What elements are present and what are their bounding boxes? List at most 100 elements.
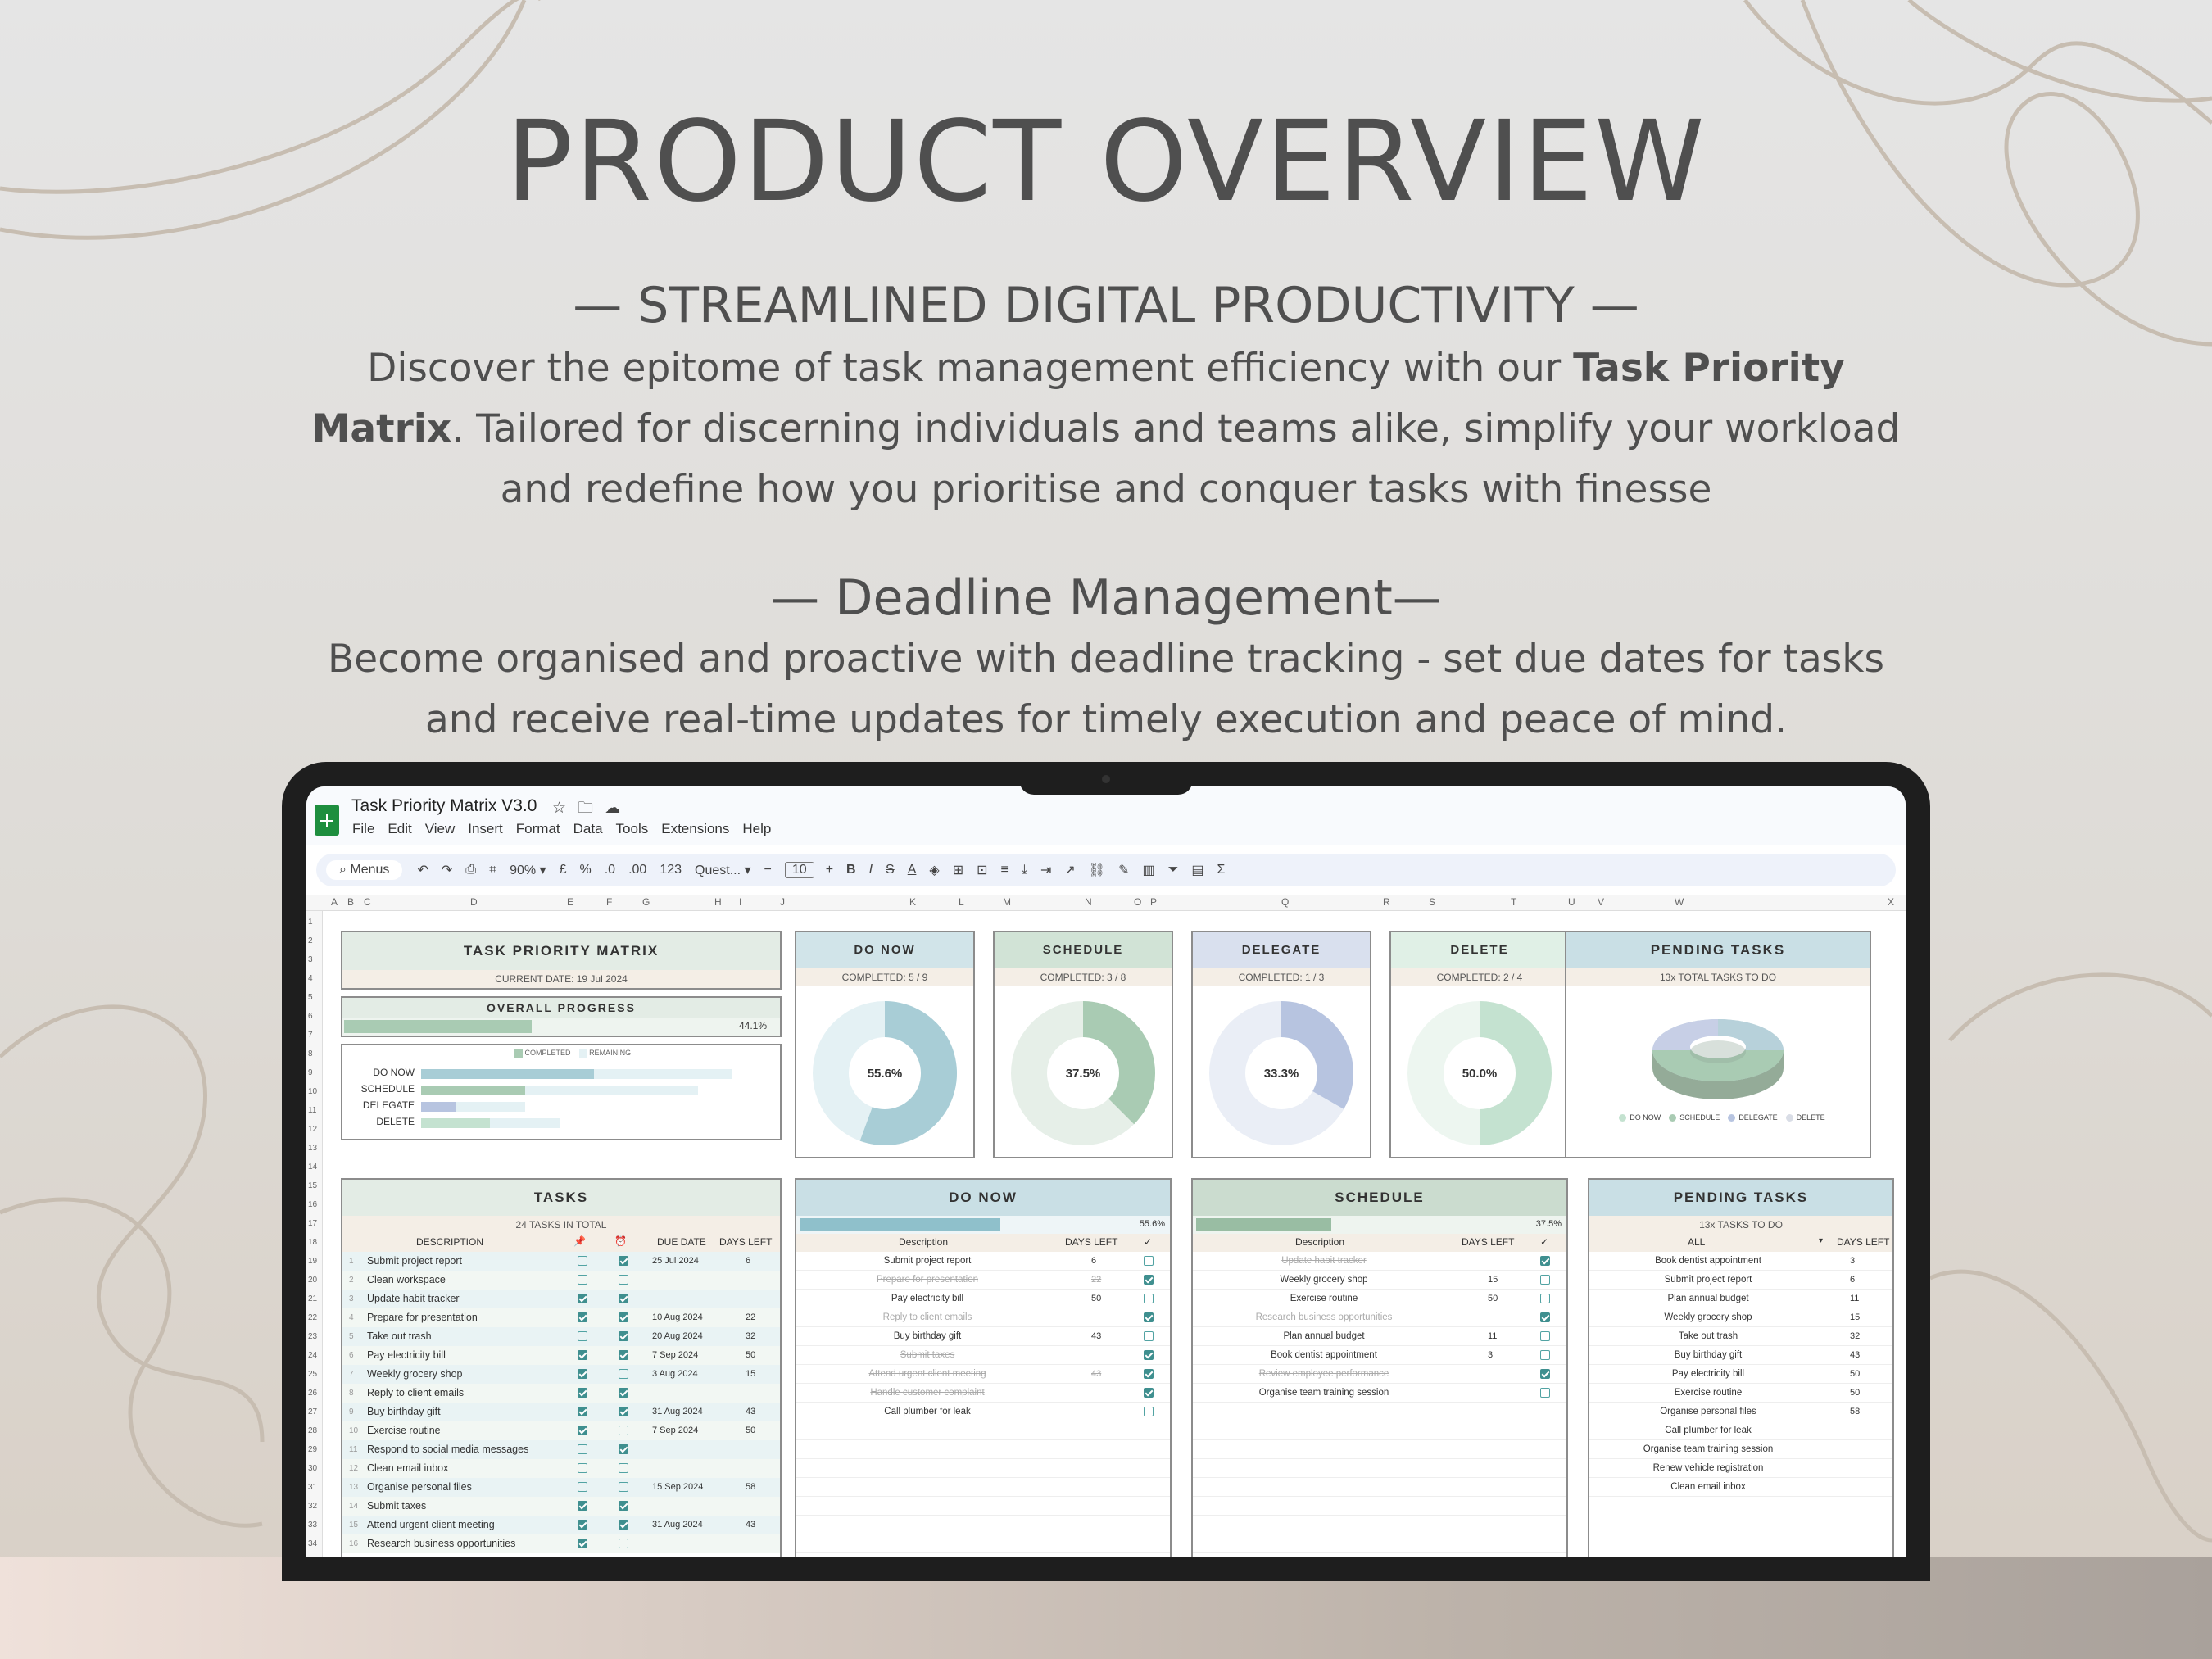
column-header-I[interactable]: I bbox=[739, 896, 741, 908]
list-item-checkbox[interactable] bbox=[1540, 1350, 1550, 1360]
list-item-checkbox[interactable] bbox=[1540, 1388, 1550, 1398]
row-header-14[interactable]: 14 bbox=[308, 1163, 317, 1172]
merge-cells-icon[interactable]: ⊡ bbox=[977, 862, 987, 878]
row-header-15[interactable]: 15 bbox=[308, 1181, 317, 1190]
row-header-10[interactable]: 10 bbox=[308, 1087, 317, 1096]
task-urgent-checkbox[interactable] bbox=[619, 1369, 628, 1379]
row-header-16[interactable]: 16 bbox=[308, 1200, 317, 1209]
column-header-N[interactable]: N bbox=[1085, 896, 1092, 908]
insert-comment-icon[interactable]: ✎ bbox=[1118, 862, 1129, 878]
row-header-6[interactable]: 6 bbox=[308, 1012, 313, 1021]
column-header-K[interactable]: K bbox=[909, 896, 916, 908]
row-header-28[interactable]: 28 bbox=[308, 1426, 317, 1435]
row-header-24[interactable]: 24 bbox=[308, 1351, 317, 1360]
column-header-S[interactable]: S bbox=[1429, 896, 1435, 908]
row-header-23[interactable]: 23 bbox=[308, 1332, 317, 1341]
row-header-22[interactable]: 22 bbox=[308, 1313, 317, 1322]
column-header-E[interactable]: E bbox=[567, 896, 573, 908]
list-item-checkbox[interactable] bbox=[1144, 1275, 1154, 1285]
column-header-G[interactable]: G bbox=[642, 896, 650, 908]
menu-item-format[interactable]: Format bbox=[516, 821, 560, 837]
task-urgent-checkbox[interactable] bbox=[619, 1275, 628, 1285]
list-item-checkbox[interactable] bbox=[1144, 1388, 1154, 1398]
task-urgent-checkbox[interactable] bbox=[619, 1482, 628, 1492]
font-size-increase-icon[interactable]: + bbox=[826, 863, 833, 877]
list-item-checkbox[interactable] bbox=[1540, 1369, 1550, 1379]
font-size-input[interactable]: 10 bbox=[784, 862, 814, 878]
list-item-checkbox[interactable] bbox=[1144, 1256, 1154, 1266]
row-header-5[interactable]: 5 bbox=[308, 993, 313, 1002]
paint-format-icon[interactable]: ⌗ bbox=[489, 863, 496, 877]
row-header-34[interactable]: 34 bbox=[308, 1539, 317, 1548]
decrease-decimal-button[interactable]: .0 bbox=[605, 863, 615, 877]
star-icon[interactable]: ☆ bbox=[552, 800, 566, 817]
task-urgent-checkbox[interactable] bbox=[619, 1256, 628, 1266]
task-urgent-checkbox[interactable] bbox=[619, 1444, 628, 1454]
task-pin-checkbox[interactable] bbox=[578, 1312, 587, 1322]
row-header-29[interactable]: 29 bbox=[308, 1445, 317, 1454]
task-pin-checkbox[interactable] bbox=[578, 1444, 587, 1454]
list-item-checkbox[interactable] bbox=[1144, 1350, 1154, 1360]
row-header-13[interactable]: 13 bbox=[308, 1144, 317, 1153]
task-urgent-checkbox[interactable] bbox=[619, 1312, 628, 1322]
list-item-checkbox[interactable] bbox=[1144, 1369, 1154, 1379]
column-header-F[interactable]: F bbox=[606, 896, 612, 908]
column-header-B[interactable]: B bbox=[347, 896, 354, 908]
task-pin-checkbox[interactable] bbox=[578, 1256, 587, 1266]
row-header-4[interactable]: 4 bbox=[308, 974, 313, 983]
insert-link-icon[interactable]: ⛓ bbox=[1089, 862, 1105, 878]
list-item-checkbox[interactable] bbox=[1540, 1256, 1550, 1266]
task-urgent-checkbox[interactable] bbox=[619, 1331, 628, 1341]
row-header-27[interactable]: 27 bbox=[308, 1407, 317, 1416]
number-format-button[interactable]: 123 bbox=[660, 863, 682, 877]
task-pin-checkbox[interactable] bbox=[578, 1539, 587, 1548]
column-header-V[interactable]: V bbox=[1598, 896, 1604, 908]
row-header-19[interactable]: 19 bbox=[308, 1257, 317, 1266]
column-header-C[interactable]: C bbox=[364, 896, 371, 908]
row-header-20[interactable]: 20 bbox=[308, 1276, 317, 1285]
menu-item-tools[interactable]: Tools bbox=[616, 821, 649, 837]
row-header-1[interactable]: 1 bbox=[308, 918, 313, 927]
row-header-9[interactable]: 9 bbox=[308, 1068, 313, 1077]
redo-icon[interactable]: ↷ bbox=[442, 862, 452, 878]
list-item-checkbox[interactable] bbox=[1144, 1294, 1154, 1303]
row-header-30[interactable]: 30 bbox=[308, 1464, 317, 1473]
insert-chart-icon[interactable]: ▥ bbox=[1142, 862, 1154, 878]
column-header-T[interactable]: T bbox=[1511, 896, 1516, 908]
list-item-checkbox[interactable] bbox=[1540, 1331, 1550, 1341]
row-header-17[interactable]: 17 bbox=[308, 1219, 317, 1228]
column-header-J[interactable]: J bbox=[780, 896, 785, 908]
task-pin-checkbox[interactable] bbox=[578, 1407, 587, 1416]
row-header-32[interactable]: 32 bbox=[308, 1502, 317, 1511]
row-header-33[interactable]: 33 bbox=[308, 1521, 317, 1530]
task-urgent-checkbox[interactable] bbox=[619, 1407, 628, 1416]
task-pin-checkbox[interactable] bbox=[578, 1463, 587, 1473]
menu-item-view[interactable]: View bbox=[425, 821, 456, 837]
sheets-logo-icon[interactable] bbox=[315, 805, 339, 836]
task-urgent-checkbox[interactable] bbox=[619, 1350, 628, 1360]
text-rotation-icon[interactable]: ↗ bbox=[1064, 862, 1075, 878]
column-header-L[interactable]: L bbox=[959, 896, 964, 908]
menu-item-file[interactable]: File bbox=[352, 821, 374, 837]
document-title[interactable]: Task Priority Matrix V3.0 bbox=[351, 796, 537, 816]
task-pin-checkbox[interactable] bbox=[578, 1501, 587, 1511]
cloud-status-icon[interactable]: ☁ bbox=[605, 800, 620, 817]
task-pin-checkbox[interactable] bbox=[578, 1482, 587, 1492]
column-header-X[interactable]: X bbox=[1888, 896, 1894, 908]
italic-button[interactable]: I bbox=[869, 863, 873, 877]
row-header-21[interactable]: 21 bbox=[308, 1294, 317, 1303]
row-header-11[interactable]: 11 bbox=[308, 1106, 316, 1115]
list-item-checkbox[interactable] bbox=[1144, 1312, 1154, 1322]
filter-views-icon[interactable]: ▤ bbox=[1191, 862, 1203, 878]
text-color-button[interactable]: A bbox=[908, 863, 917, 877]
row-header-7[interactable]: 7 bbox=[308, 1031, 313, 1040]
task-urgent-checkbox[interactable] bbox=[619, 1539, 628, 1548]
list-item-checkbox[interactable] bbox=[1540, 1275, 1550, 1285]
row-header-3[interactable]: 3 bbox=[308, 955, 313, 964]
task-urgent-checkbox[interactable] bbox=[619, 1463, 628, 1473]
task-pin-checkbox[interactable] bbox=[578, 1275, 587, 1285]
column-header-D[interactable]: D bbox=[470, 896, 478, 908]
task-urgent-checkbox[interactable] bbox=[619, 1501, 628, 1511]
pending-filter-select[interactable]: ALL bbox=[1688, 1236, 1705, 1248]
menu-item-extensions[interactable]: Extensions bbox=[661, 821, 729, 837]
